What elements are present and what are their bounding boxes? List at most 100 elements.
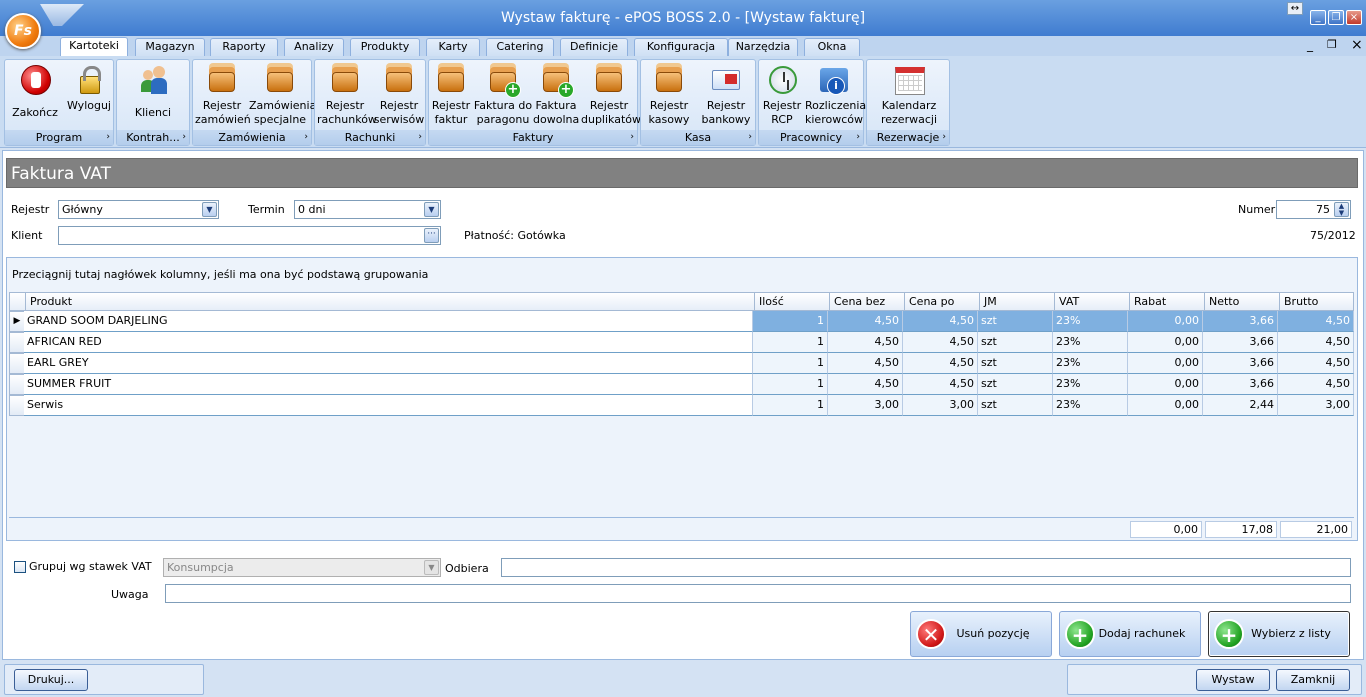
dodaj-rachunek-button[interactable]: + Dodaj rachunek bbox=[1059, 611, 1201, 657]
klient-field[interactable]: ··· bbox=[58, 226, 441, 245]
cell-netto[interactable]: 3,66 bbox=[1203, 374, 1278, 395]
cell-cena-bez[interactable]: 3,00 bbox=[828, 395, 903, 416]
column-header-jm[interactable]: JM bbox=[979, 293, 1054, 311]
wystaw-button[interactable]: Wystaw bbox=[1196, 669, 1270, 691]
klienci-button[interactable]: Klienci bbox=[129, 62, 177, 120]
tab-magazyn[interactable]: Magazyn bbox=[135, 38, 205, 56]
row-selector[interactable] bbox=[9, 374, 25, 395]
cell-produkt[interactable]: Serwis bbox=[24, 395, 753, 416]
cell-cena-po-rab[interactable]: 4,50 bbox=[903, 311, 978, 332]
uwaga-field[interactable] bbox=[165, 584, 1351, 603]
cell-ilosc[interactable]: 1 bbox=[753, 395, 828, 416]
chevron-down-icon[interactable]: ▼ bbox=[424, 202, 439, 217]
usun-pozycje-button[interactable]: ✕ Usuń pozycję bbox=[910, 611, 1052, 657]
dialog-launcher-icon[interactable]: › bbox=[106, 132, 110, 143]
cell-cena-bez[interactable]: 4,50 bbox=[828, 311, 903, 332]
row-selector[interactable] bbox=[9, 395, 25, 416]
cell-netto[interactable]: 2,44 bbox=[1203, 395, 1278, 416]
tab-okna[interactable]: Okna bbox=[804, 38, 860, 56]
group-by-hint[interactable]: Przeciągnij tutaj nagłówek kolumny, jeśl… bbox=[12, 268, 428, 281]
rejestr-faktur-button[interactable]: Rejestr faktur bbox=[431, 62, 471, 127]
dialog-launcher-icon[interactable]: › bbox=[630, 132, 634, 143]
odbiera-field[interactable] bbox=[501, 558, 1351, 577]
cell-produkt[interactable]: GRAND SOOM DARJELING bbox=[24, 311, 753, 332]
resize-icon[interactable]: ↔ bbox=[1287, 2, 1303, 15]
zamknij-button[interactable]: Zamknij bbox=[1276, 669, 1350, 691]
dialog-launcher-icon[interactable]: › bbox=[182, 132, 186, 143]
rejestr-rcp-button[interactable]: Rejestr RCP bbox=[761, 62, 803, 127]
tab-karty[interactable]: Karty bbox=[426, 38, 480, 56]
cell-vat[interactable]: 23% bbox=[1053, 332, 1128, 353]
cell-vat[interactable]: 23% bbox=[1053, 311, 1128, 332]
row-selector[interactable]: ▶ bbox=[9, 311, 25, 332]
minimize-button[interactable]: _ bbox=[1310, 10, 1326, 25]
column-header-rabat[interactable]: Rabat bbox=[1129, 293, 1204, 311]
rejestr-duplikatow-button[interactable]: Rejestr duplikatów bbox=[581, 62, 641, 127]
table-row[interactable]: Serwis 1 3,00 3,00 szt 23% 0,00 2,44 3,00 bbox=[9, 395, 1354, 416]
dialog-launcher-icon[interactable]: › bbox=[942, 132, 946, 143]
cell-rabat[interactable]: 0,00 bbox=[1128, 332, 1203, 353]
tab-kartoteki[interactable]: Kartoteki bbox=[60, 37, 128, 56]
cell-vat[interactable]: 23% bbox=[1053, 353, 1128, 374]
cell-brutto[interactable]: 4,50 bbox=[1278, 374, 1354, 395]
cell-produkt[interactable]: EARL GREY bbox=[24, 353, 753, 374]
tab-narzedzia[interactable]: Narzędzia bbox=[728, 38, 798, 56]
tab-produkty[interactable]: Produkty bbox=[350, 38, 420, 56]
zakoncz-button[interactable]: Zakończ bbox=[11, 62, 59, 120]
rejestr-serwisow-button[interactable]: Rejestr serwisów bbox=[373, 62, 425, 127]
dialog-launcher-icon[interactable]: › bbox=[856, 132, 860, 143]
close-button[interactable]: × bbox=[1346, 10, 1362, 25]
column-header-ilosc[interactable]: Ilość bbox=[754, 293, 829, 311]
cell-brutto[interactable]: 4,50 bbox=[1278, 311, 1354, 332]
cell-brutto[interactable]: 3,00 bbox=[1278, 395, 1354, 416]
row-selector[interactable] bbox=[9, 353, 25, 374]
rejestr-bankowy-button[interactable]: Rejestr bankowy bbox=[697, 62, 755, 127]
rejestr-zamowien-button[interactable]: Rejestr zamówień bbox=[195, 62, 251, 127]
cell-cena-po-rab[interactable]: 4,50 bbox=[903, 374, 978, 395]
column-header-cena-po-rab[interactable]: Cena po rab. bbox=[904, 293, 979, 325]
cell-ilosc[interactable]: 1 bbox=[753, 374, 828, 395]
cell-jm[interactable]: szt bbox=[978, 374, 1053, 395]
column-header-brutto[interactable]: Brutto bbox=[1279, 293, 1355, 311]
table-row[interactable]: SUMMER FRUIT 1 4,50 4,50 szt 23% 0,00 3,66 4,50 bbox=[9, 374, 1354, 395]
rejestr-rachunkow-button[interactable]: Rejestr rachunków bbox=[317, 62, 377, 127]
tab-catering[interactable]: Catering bbox=[486, 38, 554, 56]
cell-cena-bez[interactable]: 4,50 bbox=[828, 374, 903, 395]
tab-definicje[interactable]: Definicje bbox=[560, 38, 628, 56]
cell-cena-bez[interactable]: 4,50 bbox=[828, 353, 903, 374]
rejestr-select[interactable]: Główny ▼ bbox=[58, 200, 219, 219]
cell-rabat[interactable]: 0,00 bbox=[1128, 374, 1203, 395]
cell-rabat[interactable]: 0,00 bbox=[1128, 353, 1203, 374]
cell-produkt[interactable]: AFRICAN RED bbox=[24, 332, 753, 353]
numer-spin-field[interactable]: 75 ▲ ▼ bbox=[1276, 200, 1351, 219]
app-logo[interactable]: Fs bbox=[5, 13, 41, 49]
chevron-down-icon[interactable]: ▼ bbox=[202, 202, 217, 217]
cell-netto[interactable]: 3,66 bbox=[1203, 353, 1278, 374]
column-header-produkt[interactable]: Produkt bbox=[25, 293, 754, 311]
cell-netto[interactable]: 3,66 bbox=[1203, 332, 1278, 353]
tab-raporty[interactable]: Raporty bbox=[210, 38, 278, 56]
grupuj-checkbox[interactable] bbox=[14, 561, 26, 573]
chevron-down-icon[interactable]: ▼ bbox=[424, 560, 439, 575]
cell-brutto[interactable]: 4,50 bbox=[1278, 332, 1354, 353]
tab-analizy[interactable]: Analizy bbox=[284, 38, 344, 56]
rozliczenia-kierowcow-button[interactable]: Rozliczenia kierowców bbox=[805, 62, 866, 127]
wyloguj-button[interactable]: Wyloguj bbox=[65, 62, 113, 113]
cell-vat[interactable]: 23% bbox=[1053, 374, 1128, 395]
cell-cena-bez[interactable]: 4,50 bbox=[828, 332, 903, 353]
cell-brutto[interactable]: 4,50 bbox=[1278, 353, 1354, 374]
dialog-launcher-icon[interactable]: › bbox=[748, 132, 752, 143]
faktura-do-paragonu-button[interactable]: + Faktura do paragonu bbox=[473, 62, 533, 127]
cell-jm[interactable]: szt bbox=[978, 311, 1053, 332]
cell-ilosc[interactable]: 1 bbox=[753, 311, 828, 332]
spin-arrows-icon[interactable]: ▲ ▼ bbox=[1334, 202, 1349, 217]
cell-ilosc[interactable]: 1 bbox=[753, 332, 828, 353]
cell-vat[interactable]: 23% bbox=[1053, 395, 1128, 416]
row-selector[interactable] bbox=[9, 332, 25, 353]
cell-netto[interactable]: 3,66 bbox=[1203, 311, 1278, 332]
cell-jm[interactable]: szt bbox=[978, 395, 1053, 416]
cell-rabat[interactable]: 0,00 bbox=[1128, 311, 1203, 332]
mdi-close-button[interactable]: × bbox=[1351, 38, 1363, 52]
cell-ilosc[interactable]: 1 bbox=[753, 353, 828, 374]
table-row[interactable]: ▶ GRAND SOOM DARJELING 1 4,50 4,50 szt 23% 0,00… bbox=[9, 311, 1354, 332]
